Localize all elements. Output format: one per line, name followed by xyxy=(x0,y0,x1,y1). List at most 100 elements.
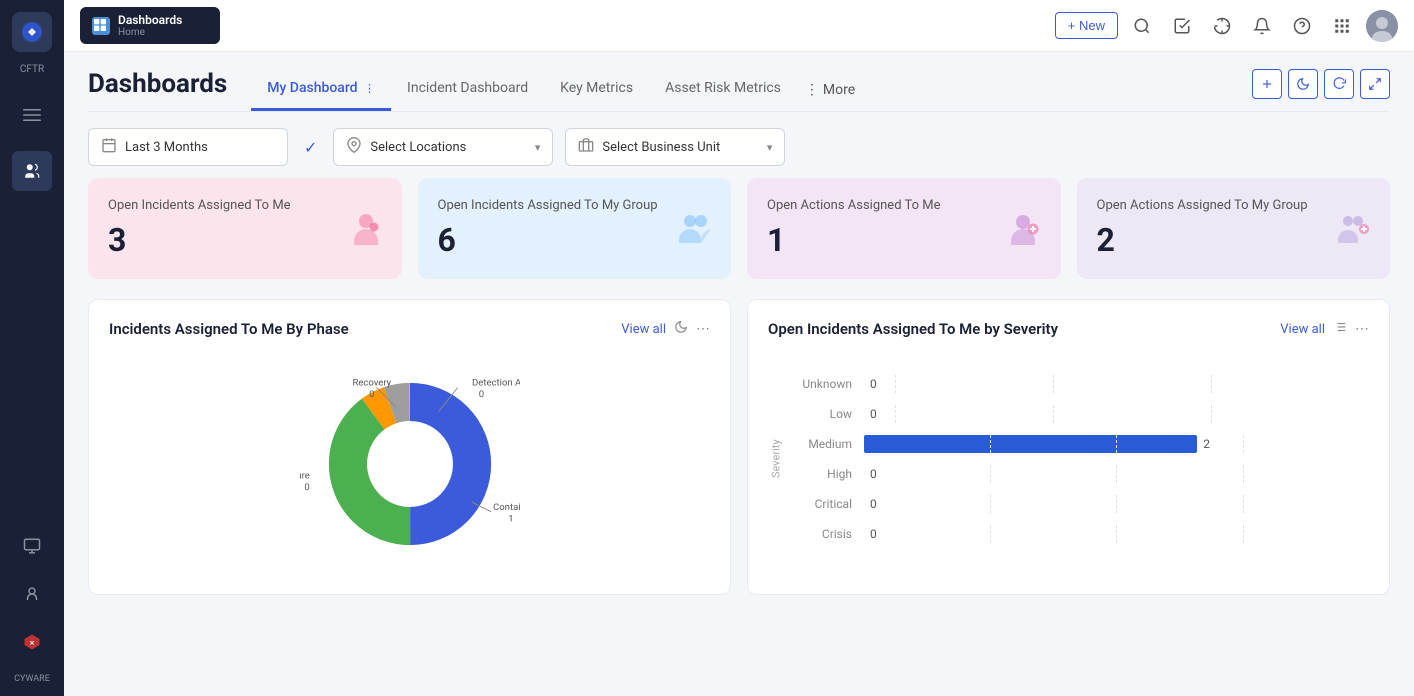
svg-text:Recovery: Recovery xyxy=(352,378,391,389)
help-icon[interactable] xyxy=(1286,10,1318,42)
bar-track-critical: 0 xyxy=(864,495,1369,513)
svg-text:0: 0 xyxy=(304,482,309,493)
app-name-label: CFTR xyxy=(20,64,44,75)
bar-track-unknown: 0 xyxy=(864,375,1369,393)
tab-incident-dashboard[interactable]: Incident Dashboard xyxy=(391,68,544,111)
sidebar-users-icon[interactable] xyxy=(12,151,52,191)
metric-label-1: Open Incidents Assigned To My Group xyxy=(438,198,712,213)
calendar-icon xyxy=(101,137,117,157)
page-title: Dashboards xyxy=(88,69,227,111)
location-filter[interactable]: Select Locations ▾ xyxy=(333,128,553,166)
metric-card-open-incidents-me[interactable]: Open Incidents Assigned To Me 3 xyxy=(88,178,402,279)
nav-tabs: My Dashboard ⋮ Incident Dashboard Key Me… xyxy=(251,68,1252,111)
charts-row: Incidents Assigned To Me By Phase View a… xyxy=(88,299,1390,595)
date-filter[interactable]: Last 3 Months xyxy=(88,128,288,166)
page-header-actions xyxy=(1252,69,1390,111)
bar-track-crisis: 0 xyxy=(864,525,1369,543)
sidebar-bottom: ✕ CYWARE xyxy=(12,526,52,684)
app-logo[interactable] xyxy=(12,12,52,52)
bar-row-high: High 0 xyxy=(792,459,1369,489)
bar-row-unknown: Unknown 0 xyxy=(792,369,1369,399)
bar-track-high: 0 xyxy=(864,465,1369,483)
svg-text:Containment: Containment xyxy=(493,502,520,513)
metric-card-open-actions-me[interactable]: Open Actions Assigned To Me 1 xyxy=(747,178,1061,279)
severity-chart-actions: View all ⋯ xyxy=(1280,320,1369,338)
main-content: Dashboards Home + New xyxy=(64,0,1414,696)
search-icon[interactable] xyxy=(1126,10,1158,42)
business-unit-filter[interactable]: Select Business Unit ▾ xyxy=(565,128,785,166)
bar-label-medium: Medium xyxy=(792,437,852,451)
bar-row-low: Low 0 xyxy=(792,399,1369,429)
metric-card-open-actions-group[interactable]: Open Actions Assigned To My Group 2 xyxy=(1077,178,1391,279)
severity-chart-header: Open Incidents Assigned To Me by Severit… xyxy=(768,320,1369,338)
bar-label-high: High xyxy=(792,467,852,481)
topbar-brand[interactable]: Dashboards Home xyxy=(80,7,220,44)
sidebar-menu-icon[interactable] xyxy=(12,95,52,135)
bar-label-unknown: Unknown xyxy=(792,377,852,391)
sidebar-cyware-label: CYWARE xyxy=(14,674,50,684)
svg-text:Detection A...: Detection A... xyxy=(472,378,520,389)
page-header: Dashboards My Dashboard ⋮ Incident Dashb… xyxy=(88,52,1390,112)
user-avatar[interactable] xyxy=(1366,10,1398,42)
metric-label-3: Open Actions Assigned To My Group xyxy=(1097,198,1371,213)
business-unit-value: Select Business Unit xyxy=(602,140,758,155)
svg-text:1: 1 xyxy=(508,513,513,524)
sidebar-monitor-icon[interactable] xyxy=(12,526,52,566)
svg-text:0: 0 xyxy=(478,389,483,400)
topbar: Dashboards Home + New xyxy=(64,0,1414,52)
tab-key-metrics[interactable]: Key Metrics xyxy=(544,68,649,111)
sidebar-person-icon[interactable] xyxy=(12,574,52,614)
phase-dark-mode-icon[interactable] xyxy=(674,320,688,338)
phase-chart-title: Incidents Assigned To Me By Phase xyxy=(109,320,349,338)
location-chevron-icon: ▾ xyxy=(535,141,541,154)
bar-chart: Unknown 0 xyxy=(792,354,1369,564)
tab-more[interactable]: ⋮ More xyxy=(797,68,863,111)
location-icon xyxy=(346,137,362,157)
metric-card-open-incidents-group[interactable]: Open Incidents Assigned To My Group 6 xyxy=(418,178,732,279)
bar-row-critical: Critical 0 xyxy=(792,489,1369,519)
sidebar: CFTR ✕ CYWARE xyxy=(0,0,64,696)
brand-text: Dashboards Home xyxy=(118,13,182,38)
brand-sub: Home xyxy=(118,27,182,38)
bar-label-crisis: Crisis xyxy=(792,527,852,541)
business-unit-chevron-icon: ▾ xyxy=(767,141,773,154)
bar-label-critical: Critical xyxy=(792,497,852,511)
grid-icon[interactable] xyxy=(1326,10,1358,42)
bar-track-low: 0 xyxy=(864,405,1369,423)
bar-row-medium: Medium 2 xyxy=(792,429,1369,459)
metric-cards: Open Incidents Assigned To Me 3 Open Inc… xyxy=(88,178,1390,279)
refresh-dashboard-button[interactable] xyxy=(1324,69,1354,99)
dark-mode-button[interactable] xyxy=(1288,69,1318,99)
date-filter-value: Last 3 Months xyxy=(125,140,208,155)
filter-bar: Last 3 Months ✓ Select Locations ▾ xyxy=(88,112,1390,178)
tab-asset-risk-metrics[interactable]: Asset Risk Metrics xyxy=(649,68,797,111)
tasks-icon[interactable] xyxy=(1166,10,1198,42)
filter-check-icon: ✓ xyxy=(304,138,317,157)
severity-chart-title: Open Incidents Assigned To Me by Severit… xyxy=(768,320,1058,338)
phase-view-all[interactable]: View all xyxy=(621,322,666,337)
sidebar-cyware-icon[interactable]: ✕ xyxy=(12,622,52,662)
metric-icon-1 xyxy=(675,209,715,249)
add-widget-button[interactable] xyxy=(1252,69,1282,99)
severity-chart-card: Open Incidents Assigned To Me by Severit… xyxy=(747,299,1390,595)
severity-view-all[interactable]: View all xyxy=(1280,322,1325,337)
svg-text:Closure: Closure xyxy=(300,470,310,481)
location-filter-value: Select Locations xyxy=(370,140,526,155)
bell-icon[interactable] xyxy=(1246,10,1278,42)
phase-chart-header: Incidents Assigned To Me By Phase View a… xyxy=(109,320,710,338)
metric-value-0: 3 xyxy=(108,221,382,259)
metric-value-2: 1 xyxy=(767,221,1041,259)
brand-title: Dashboards xyxy=(118,13,182,27)
severity-list-icon[interactable] xyxy=(1333,320,1347,338)
phase-chart-actions: View all ⋯ xyxy=(621,320,710,338)
tab-my-dashboard[interactable]: My Dashboard ⋮ xyxy=(251,68,391,111)
brand-icon xyxy=(92,17,110,35)
metric-value-1: 6 xyxy=(438,221,712,259)
new-button[interactable]: + New xyxy=(1055,12,1118,39)
phase-more-icon[interactable]: ⋯ xyxy=(696,321,710,337)
phase-chart-card: Incidents Assigned To Me By Phase View a… xyxy=(88,299,731,595)
refresh-icon[interactable] xyxy=(1206,10,1238,42)
expand-button[interactable] xyxy=(1360,69,1390,99)
severity-more-icon[interactable]: ⋯ xyxy=(1355,321,1369,337)
metric-icon-3 xyxy=(1334,209,1374,249)
